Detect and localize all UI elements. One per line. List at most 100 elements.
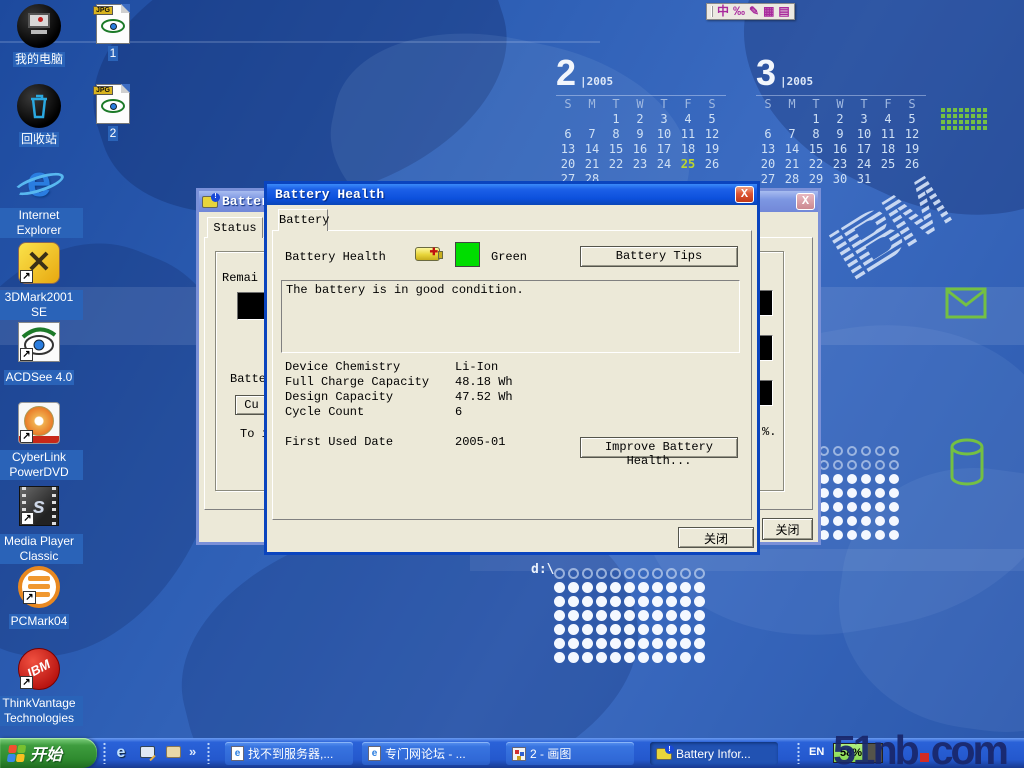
calendar-day: 24 [652,157,676,172]
taskbar-button-paint[interactable]: 2 - 画图 [506,742,634,765]
calendar-month: 3 [756,52,776,93]
start-button[interactable]: 开始 [0,738,97,768]
battery-health-dialog[interactable]: Battery Health X Battery Battery Health … [264,181,760,555]
calendar-day: 21 [580,157,604,172]
calendar-day: 13 [556,142,580,157]
dot-row [817,528,901,542]
calendar-weekday: S [900,97,924,112]
close-button[interactable]: X [796,193,815,210]
calendar-day: 19 [700,142,724,157]
icon-label: Internet Explorer [0,208,83,238]
close-icon[interactable]: X [735,186,754,203]
drive-label: d:\ [531,562,554,577]
tab-battery[interactable]: Battery [278,209,328,231]
calendar-day: 7 [780,127,804,142]
close-button[interactable]: 关闭 [678,527,754,548]
my-computer-icon [17,4,61,48]
desktop-icon-media-player-classic[interactable]: s ↗ Media Player Classic [0,486,84,565]
battery-tray-icon: ! [656,748,672,760]
taskband-grip[interactable] [207,742,210,764]
watermark-51nb: 51nbcom [833,727,1006,768]
ime-menu-icon[interactable]: ▤ [778,4,789,19]
dot-grid [552,566,706,664]
ime-grip[interactable] [711,6,713,17]
ime-width-icon[interactable]: ‰ [733,4,745,19]
media-player-classic-icon: s ↗ [15,486,63,532]
shortcut-arrow-icon: ↗ [23,591,36,604]
calendar-day: 15 [604,142,628,157]
desktop-icon-thinkvantage[interactable]: IBM ↗ ThinkVantage Technologies [0,648,84,727]
internet-explorer-icon: e [15,160,63,206]
wallpaper-calendar-february: 2|2005SMTWTFS123456789101112131415161718… [556,55,726,187]
desktop-icon-3dmark2001[interactable]: ✕ ↗ 3DMark2001 SE [0,242,84,321]
file-label: 1 [108,46,119,61]
quick-launch-media-icon[interactable] [164,744,182,762]
calendar-weekday: S [756,97,780,112]
wallpaper-calendar-march: 3|2005SMTWTFS123456789101112131415161718… [756,55,926,187]
taskbar-button-ie-2[interactable]: e 专门网论坛 - ... [362,742,490,765]
desktop-icon-recycle-bin[interactable]: 回收站 [0,84,84,148]
calendar-day: 3 [852,112,876,127]
calendar-weekday: F [876,97,900,112]
shortcut-arrow-icon: ↗ [20,676,33,689]
battery-health-titlebar[interactable]: Battery Health [267,184,757,205]
improve-battery-health-button[interactable]: Improve Battery Health... [580,437,738,458]
desktop-icon-powerdvd[interactable]: ↗ CyberLink PowerDVD [0,402,84,481]
ime-pen-icon[interactable]: ✎ [749,4,759,19]
taskbar-button-battery-information[interactable]: ! Battery Infor... [650,742,778,765]
desktop-icon-acdsee[interactable]: ↗ ACDSee 4.0 [0,322,84,386]
calendar-day: 11 [676,127,700,142]
calendar-day: 4 [676,112,700,127]
calendar-day: 9 [628,127,652,142]
ime-keyboard-icon[interactable]: ▦ [763,4,774,19]
database-cylinder-icon [948,437,988,489]
dot-row [817,444,901,458]
calendar-weekday: M [580,97,604,112]
calendar-day: 17 [852,142,876,157]
battery-info-row: Full Charge Capacity48.18 Wh [285,375,745,390]
calendar-day: 5 [700,112,724,127]
desktop-file-jpg-2[interactable]: JPG 2 [78,84,148,142]
thinkvantage-icon: IBM ↗ [15,648,63,694]
close-button-bottom[interactable]: 关闭 [762,518,813,540]
shortcut-arrow-icon: ↗ [21,512,34,525]
desktop-icon-pcmark04[interactable]: ↗ PCMark04 [0,566,84,630]
battery-tips-button[interactable]: Battery Tips [580,246,738,267]
dot-row [552,608,706,622]
ime-chinese-icon[interactable]: 中 [717,4,729,19]
ime-language-bar[interactable]: 中 ‰ ✎ ▦ ▤ [706,3,795,20]
battery-info-row: Cycle Count6 [285,405,745,420]
calendar-day: 20 [556,157,580,172]
icon-label: 回收站 [19,132,59,147]
calendar-day: 29 [804,172,828,187]
language-indicator[interactable]: EN [809,746,824,758]
calendar-day [556,112,580,127]
quick-launch-show-desktop-icon[interactable] [138,744,156,762]
tray-grip [797,742,800,764]
calendar-day: 16 [828,142,852,157]
quick-launch-grip[interactable] [103,742,106,764]
condition-text-box: The battery is in good condition. [281,280,740,353]
tab-status[interactable]: Status [207,217,263,238]
watermark-dot-icon [920,753,929,762]
powerdvd-icon: ↗ [15,402,63,448]
icon-label: ACDSee 4.0 [4,370,75,385]
dot-row [552,636,706,650]
info-value: 48.18 Wh [455,375,513,390]
desktop-icon-internet-explorer[interactable]: e Internet Explorer [0,160,84,239]
calendar-day: 22 [604,157,628,172]
calendar-day [780,112,804,127]
battery-plus-icon: ✚ [430,249,438,259]
calendar-day: 12 [700,127,724,142]
dot-row [552,580,706,594]
remaining-label: Remai [222,271,258,285]
battery-health-icon: ✚ [415,247,440,261]
quick-launch-expand-chevron[interactable]: » [189,744,196,759]
quick-launch-ie-icon[interactable]: e [112,744,130,762]
desktop-icon-my-computer[interactable]: 我的电脑 [0,4,84,68]
desktop-file-jpg-1[interactable]: JPG 1 [78,4,148,62]
dot-grid [817,444,901,542]
info-value: 6 [455,405,462,420]
taskbar-button-ie-1[interactable]: e 找不到服务器,... [225,742,353,765]
recycle-bin-icon [17,84,61,128]
